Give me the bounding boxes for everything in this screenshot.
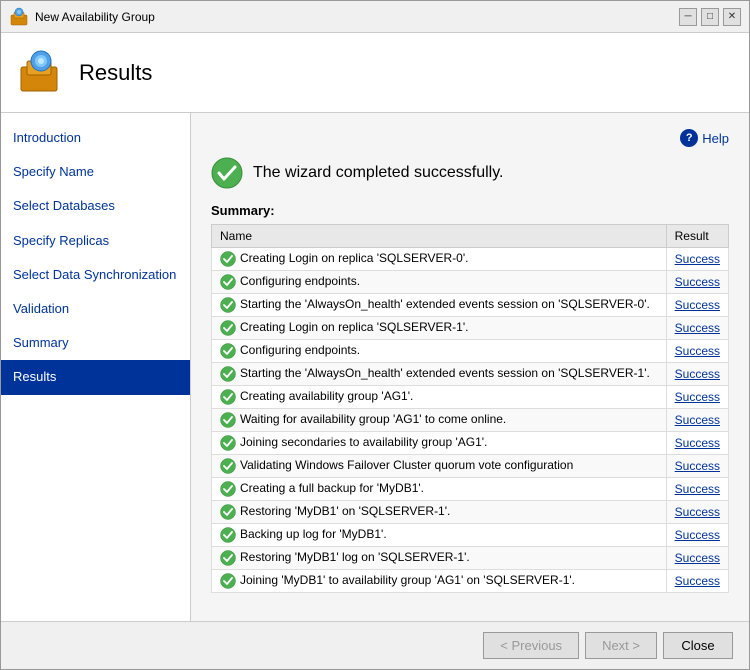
success-check-icon [211,157,243,189]
window-title: New Availability Group [35,10,679,24]
row-success-icon [220,550,236,566]
row-success-icon [220,527,236,543]
minimize-button[interactable]: ─ [679,8,697,26]
table-row: Restoring 'MyDB1' log on 'SQLSERVER-1'.S… [212,547,729,570]
row-success-icon [220,343,236,359]
table-row: Validating Windows Failover Cluster quor… [212,455,729,478]
maximize-button[interactable]: □ [701,8,719,26]
table-row: Starting the 'AlwaysOn_health' extended … [212,294,729,317]
footer: < Previous Next > Close [1,621,749,669]
row-result[interactable]: Success [666,455,728,478]
row-success-icon [220,366,236,382]
row-success-icon [220,389,236,405]
sidebar-item-select-databases[interactable]: Select Databases [1,189,190,223]
row-result[interactable]: Success [666,271,728,294]
sidebar-item-summary[interactable]: Summary [1,326,190,360]
table-row: Backing up log for 'MyDB1'.Success [212,524,729,547]
table-row: Creating Login on replica 'SQLSERVER-0'.… [212,248,729,271]
sidebar-item-specify-name[interactable]: Specify Name [1,155,190,189]
row-success-icon [220,573,236,589]
page-title: Results [79,60,152,86]
table-row: Joining secondaries to availability grou… [212,432,729,455]
table-row: Creating availability group 'AG1'.Succes… [212,386,729,409]
row-result[interactable]: Success [666,409,728,432]
row-success-icon [220,458,236,474]
window-icon [9,7,29,27]
row-result[interactable]: Success [666,432,728,455]
success-message: The wizard completed successfully. [253,164,503,182]
close-button-footer[interactable]: Close [663,632,733,659]
row-name: Joining 'MyDB1' to availability group 'A… [212,570,667,593]
table-row: Configuring endpoints.Success [212,271,729,294]
table-row: Creating Login on replica 'SQLSERVER-1'.… [212,317,729,340]
col-header-result: Result [666,225,728,248]
row-name: Creating availability group 'AG1'. [212,386,667,409]
content-area: ? Help The wizard completed successfully… [191,113,749,621]
table-row: Starting the 'AlwaysOn_health' extended … [212,363,729,386]
row-name: Restoring 'MyDB1' log on 'SQLSERVER-1'. [212,547,667,570]
row-name: Creating Login on replica 'SQLSERVER-0'. [212,248,667,271]
row-result[interactable]: Success [666,524,728,547]
row-result[interactable]: Success [666,501,728,524]
row-name: Waiting for availability group 'AG1' to … [212,409,667,432]
title-bar: New Availability Group ─ □ ✕ [1,1,749,33]
row-name: Configuring endpoints. [212,271,667,294]
row-name: Validating Windows Failover Cluster quor… [212,455,667,478]
row-name: Configuring endpoints. [212,340,667,363]
window-controls: ─ □ ✕ [679,8,741,26]
table-row: Creating a full backup for 'MyDB1'.Succe… [212,478,729,501]
row-success-icon [220,435,236,451]
main-window: New Availability Group ─ □ ✕ Results Int… [0,0,750,670]
row-success-icon [220,274,236,290]
main-content: IntroductionSpecify NameSelect Databases… [1,113,749,621]
close-button[interactable]: ✕ [723,8,741,26]
help-label: Help [702,131,729,146]
row-name: Joining secondaries to availability grou… [212,432,667,455]
row-success-icon [220,412,236,428]
help-icon: ? [680,129,698,147]
table-row: Waiting for availability group 'AG1' to … [212,409,729,432]
row-success-icon [220,504,236,520]
row-result[interactable]: Success [666,547,728,570]
summary-label: Summary: [211,203,729,218]
next-button[interactable]: Next > [585,632,657,659]
row-result[interactable]: Success [666,478,728,501]
row-success-icon [220,320,236,336]
row-name: Backing up log for 'MyDB1'. [212,524,667,547]
row-success-icon [220,251,236,267]
sidebar-item-introduction[interactable]: Introduction [1,121,190,155]
table-row: Configuring endpoints.Success [212,340,729,363]
header-icon [17,49,65,97]
results-table: Name Result Creating Login on replica 'S… [211,224,729,593]
row-name: Starting the 'AlwaysOn_health' extended … [212,363,667,386]
row-name: Creating a full backup for 'MyDB1'. [212,478,667,501]
row-result[interactable]: Success [666,248,728,271]
row-name: Restoring 'MyDB1' on 'SQLSERVER-1'. [212,501,667,524]
page-header: Results [1,33,749,113]
row-success-icon [220,481,236,497]
sidebar-item-specify-replicas[interactable]: Specify Replicas [1,224,190,258]
table-row: Joining 'MyDB1' to availability group 'A… [212,570,729,593]
col-header-name: Name [212,225,667,248]
row-name: Creating Login on replica 'SQLSERVER-1'. [212,317,667,340]
help-link[interactable]: ? Help [211,129,729,147]
previous-button[interactable]: < Previous [483,632,579,659]
sidebar: IntroductionSpecify NameSelect Databases… [1,113,191,621]
row-result[interactable]: Success [666,317,728,340]
row-result[interactable]: Success [666,340,728,363]
success-banner: The wizard completed successfully. [211,157,729,189]
row-result[interactable]: Success [666,570,728,593]
row-name: Starting the 'AlwaysOn_health' extended … [212,294,667,317]
table-row: Restoring 'MyDB1' on 'SQLSERVER-1'.Succe… [212,501,729,524]
row-success-icon [220,297,236,313]
row-result[interactable]: Success [666,386,728,409]
sidebar-item-validation[interactable]: Validation [1,292,190,326]
sidebar-item-results[interactable]: Results [1,360,190,394]
row-result[interactable]: Success [666,294,728,317]
row-result[interactable]: Success [666,363,728,386]
sidebar-item-select-data-sync[interactable]: Select Data Synchronization [1,258,190,292]
